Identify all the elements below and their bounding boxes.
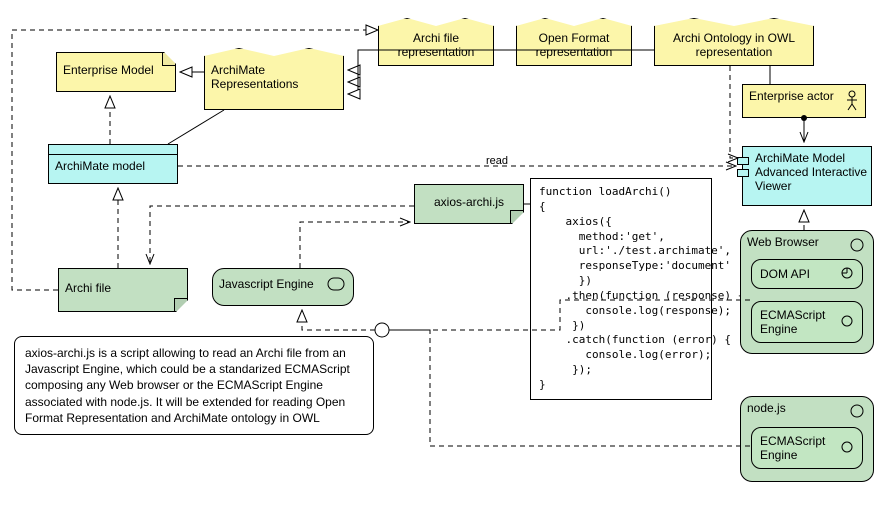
label: axios-archi.js: [415, 185, 523, 213]
label: DOM API: [760, 267, 810, 281]
interface-icon: [840, 266, 854, 283]
code-snippet-loadarchi: function loadArchi() { axios({ method:'g…: [530, 178, 712, 400]
representation-open-format: Open Format representation: [516, 18, 632, 66]
system-software-ecmascript-engine-node: ECMAScript Engine: [751, 427, 863, 469]
component-icon: [737, 157, 749, 181]
edge-label-read: read: [486, 155, 508, 167]
actor-icon: [845, 90, 859, 112]
representation-archi-owl: Archi Ontology in OWL representation: [654, 18, 814, 66]
business-actor-enterprise-actor: Enterprise actor: [742, 84, 866, 118]
system-software-icon: [849, 237, 865, 253]
representation-archimate-representations: ArchiMate Representations: [204, 48, 344, 110]
system-software-web-browser: Web Browser DOM API ECMAScript Engine: [740, 230, 874, 354]
system-software-nodejs: node.js ECMAScript Engine: [740, 396, 874, 482]
label: Archi file: [59, 269, 187, 299]
system-software-icon: [840, 314, 854, 331]
label: Archi Ontology in OWL representation: [655, 19, 813, 63]
representation-archi-file: Archi file representation: [378, 18, 494, 66]
system-software-icon: [840, 440, 854, 457]
artifact-archi-file: Archi file: [58, 268, 188, 312]
label: ECMAScript Engine: [760, 434, 825, 462]
system-software-icon: [849, 403, 865, 419]
system-software-ecmascript-engine-browser: ECMAScript Engine: [751, 301, 863, 343]
label: ArchiMate Model Advanced Interactive Vie…: [743, 147, 871, 197]
system-software-javascript-engine: Javascript Engine: [212, 268, 354, 306]
label: Open Format representation: [517, 19, 631, 63]
application-component-viewer: ArchiMate Model Advanced Interactive Vie…: [742, 146, 872, 206]
label: Archi file representation: [379, 19, 493, 63]
label: ArchiMate Representations: [205, 49, 343, 95]
note-description: axios-archi.js is a script allowing to r…: [14, 336, 374, 435]
system-software-icon: [327, 277, 345, 291]
label: Enterprise Model: [57, 53, 175, 81]
artifact-axios-archi-js: axios-archi.js: [414, 184, 524, 224]
data-object-archimate-model: ArchiMate model: [48, 144, 178, 184]
label: ECMAScript Engine: [760, 308, 825, 336]
business-object-enterprise-model: Enterprise Model: [56, 52, 176, 92]
interface-dom-api: DOM API: [751, 259, 863, 289]
